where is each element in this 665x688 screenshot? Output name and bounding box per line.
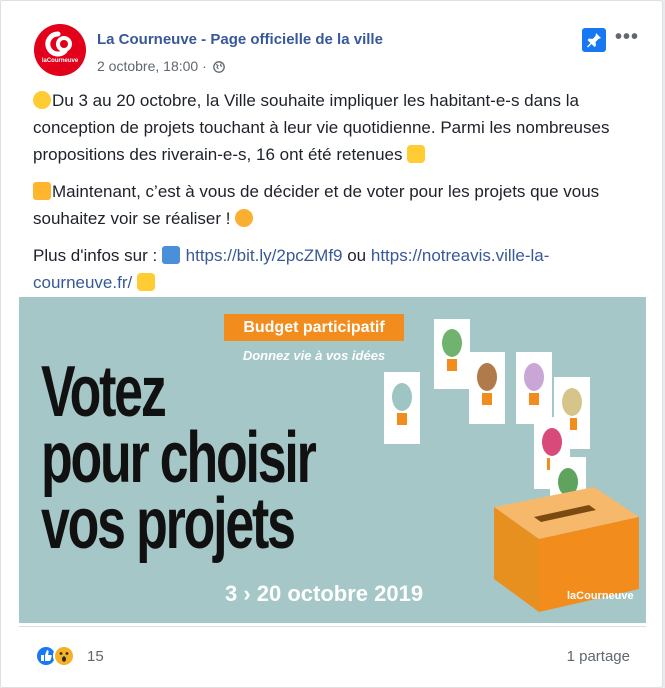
meta-separator: · xyxy=(202,58,207,74)
wow-reaction-icon xyxy=(53,645,75,667)
reaction-count[interactable]: 15 xyxy=(87,648,104,665)
more-options-button[interactable]: ••• xyxy=(615,27,639,47)
page-avatar[interactable]: laCourneuve xyxy=(34,24,86,76)
post-body: Du 3 au 20 octobre, la Ville souhaite im… xyxy=(33,87,633,306)
headline-line-2: pour choisir xyxy=(41,418,317,498)
link-connector: ou xyxy=(342,246,371,265)
victory-hand-emoji xyxy=(136,273,155,291)
banner-headline: Votez pour choisir vos projets xyxy=(41,352,317,564)
post-header: laCourneuve La Courneuve - Page officiel… xyxy=(1,1,662,86)
page-name-link[interactable]: La Courneuve - Page officielle de la vil… xyxy=(97,31,383,48)
banner-dates: 3 › 20 octobre 2019 xyxy=(225,581,424,606)
banner-brand: laCourneuve xyxy=(567,590,634,602)
paragraph-2-text: Maintenant, c’est à vous de décider et d… xyxy=(33,182,600,228)
avatar-brand: laCourneuve xyxy=(41,58,79,64)
globe-icon[interactable] xyxy=(212,61,225,73)
post-paragraph-1: Du 3 au 20 octobre, la Ville souhaite im… xyxy=(33,87,633,168)
post-image[interactable]: Budget participatif Donnez vie à vos idé… xyxy=(19,297,646,623)
logo-icon xyxy=(45,31,72,57)
footer-divider xyxy=(19,626,646,627)
bitly-link[interactable]: https://bit.ly/2pcZMf9 xyxy=(186,246,343,265)
paragraph-1-text: Du 3 au 20 octobre, la Ville souhaite im… xyxy=(33,91,610,164)
post-date[interactable]: 2 octobre, 18:00 xyxy=(97,58,198,74)
star-struck-emoji xyxy=(235,209,254,227)
play-arrow-emoji xyxy=(161,246,180,264)
headline-line-1: Votez xyxy=(41,352,167,432)
more-icon: ••• xyxy=(615,26,640,48)
post-paragraph-2: Maintenant, c’est à vous de décider et d… xyxy=(33,178,633,232)
clapping-hands-emoji xyxy=(407,145,426,163)
pointing-right-emoji xyxy=(33,182,51,200)
post-paragraph-3: Plus d'infos sur : https://bit.ly/2pcZMf… xyxy=(33,242,633,296)
ballot-box-illustration xyxy=(384,319,639,612)
pin-button[interactable] xyxy=(582,28,606,52)
post-meta: 2 octobre, 18:00 · xyxy=(97,58,225,74)
shares-count[interactable]: 1 partage xyxy=(567,648,630,665)
headline-line-3: vos projets xyxy=(41,484,296,564)
hugging-face-emoji xyxy=(33,91,51,109)
paragraph-3-prefix: Plus d'infos sur : xyxy=(33,246,162,265)
post-card: laCourneuve La Courneuve - Page officiel… xyxy=(0,0,663,688)
pin-icon xyxy=(587,33,601,48)
